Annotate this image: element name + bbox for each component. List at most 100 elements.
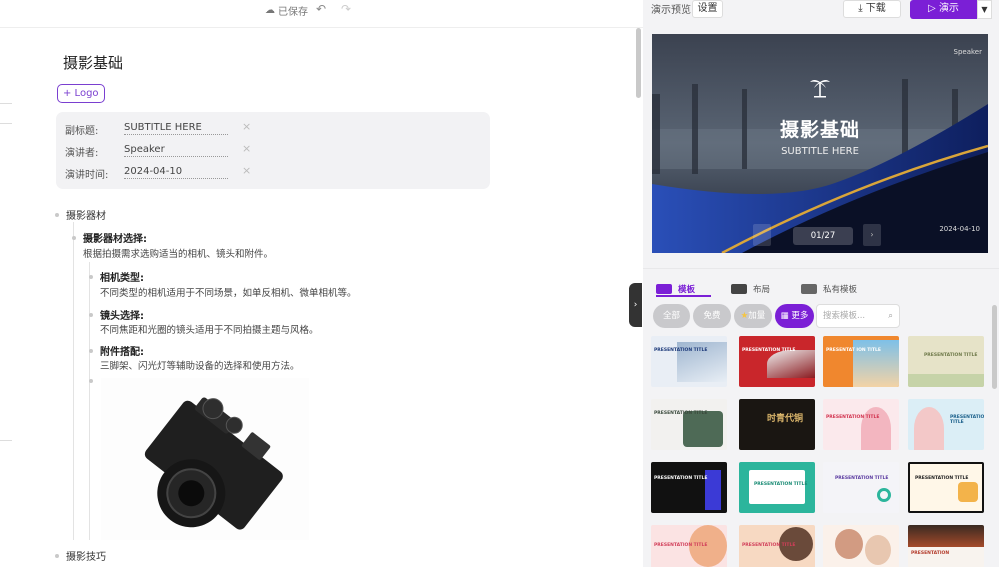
next-slide-button[interactable]: › bbox=[863, 224, 881, 246]
item-description[interactable]: 三脚架、闪光灯等辅助设备的选择和使用方法。 bbox=[100, 358, 300, 372]
bullet-dot bbox=[55, 212, 59, 217]
template-card[interactable]: PRESENTATION TITLE bbox=[823, 399, 899, 450]
item-description[interactable]: 根据拍摄需求选购适当的相机、镜头和附件。 bbox=[83, 246, 273, 260]
template-card-title: PRESENTATION TITLE bbox=[915, 476, 969, 481]
search-placeholder: 搜索模板... bbox=[823, 311, 866, 321]
redo-icon[interactable]: ↷ bbox=[341, 2, 351, 16]
filter-plus-label: 加量 bbox=[748, 311, 766, 321]
section-heading: 摄影技巧 bbox=[66, 552, 106, 563]
template-card-title: PRESENTATION TITLE bbox=[742, 348, 796, 353]
template-card-title: PRESENTATION TITLE bbox=[654, 476, 708, 481]
download-icon: ⤓ bbox=[858, 3, 863, 14]
template-card[interactable]: PRESENTAT ION TITLE bbox=[823, 336, 899, 387]
present-label: 演示 bbox=[938, 3, 959, 14]
template-card[interactable]: PRESENTATION TITLE bbox=[651, 336, 727, 387]
template-card[interactable]: PRESENTATION TITLE bbox=[651, 525, 727, 567]
filter-free[interactable]: 免费 bbox=[693, 304, 731, 328]
tab-private-templates[interactable]: 私有模板 bbox=[801, 283, 857, 295]
download-button[interactable]: ⤓ 下载 bbox=[843, 0, 901, 18]
filter-more[interactable]: ▦ 更多 bbox=[775, 304, 814, 328]
private-template-icon bbox=[801, 284, 817, 294]
indent-guide bbox=[89, 262, 90, 540]
grid-icon: ▦ bbox=[780, 311, 789, 321]
template-scrollbar[interactable] bbox=[992, 305, 997, 389]
editor-scrollbar[interactable] bbox=[636, 28, 641, 98]
template-card[interactable]: PRESENTATION TITLE bbox=[908, 336, 984, 387]
template-card[interactable]: PRESENTATION TITLE bbox=[908, 462, 984, 513]
bullet-dot bbox=[89, 348, 93, 353]
settings-button[interactable]: 设置 bbox=[692, 0, 723, 18]
search-icon: ⌕ bbox=[888, 311, 893, 321]
list-item[interactable]: 镜头选择: bbox=[89, 307, 144, 322]
download-label: 下载 bbox=[865, 3, 886, 14]
edge-divider bbox=[0, 123, 12, 124]
template-card-title: PRESENTATION TITLE bbox=[654, 348, 708, 353]
list-item[interactable] bbox=[89, 379, 93, 383]
cloud-icon: ☁ bbox=[265, 5, 275, 16]
close-icon[interactable]: × bbox=[242, 120, 251, 133]
template-card[interactable]: PRESENTATION TITLE bbox=[739, 525, 815, 567]
play-icon: ▷ bbox=[928, 3, 936, 14]
close-icon[interactable]: × bbox=[242, 142, 251, 155]
filter-more-label: 更多 bbox=[791, 311, 809, 321]
date-field[interactable]: 2024-04-10 bbox=[124, 166, 228, 179]
template-card[interactable]: PRESENTATION TITLE bbox=[739, 336, 815, 387]
subtitle-row: 副标题: SUBTITLE HERE × bbox=[65, 120, 485, 137]
bullet-dot bbox=[55, 553, 59, 558]
template-card[interactable]: PRESENTATION TITLE bbox=[651, 399, 727, 450]
active-tab-indicator bbox=[656, 295, 711, 297]
slide-title: 摄影基础 bbox=[779, 119, 860, 141]
chevron-right-icon: › bbox=[633, 300, 638, 310]
speaker-row: 演讲者: Speaker × bbox=[65, 142, 485, 159]
tab-layout[interactable]: 布局 bbox=[731, 283, 770, 295]
bullet-dot bbox=[89, 312, 93, 317]
add-logo-button[interactable]: + Logo bbox=[57, 84, 105, 103]
undo-icon[interactable]: ↶ bbox=[316, 2, 326, 16]
list-item[interactable]: 摄影器材 bbox=[55, 207, 106, 222]
subtitle-field[interactable]: SUBTITLE HERE bbox=[124, 122, 228, 135]
template-card[interactable]: PRESENTATION TITLE bbox=[739, 462, 815, 513]
template-card-title: PRESENTATION TITLE bbox=[754, 482, 808, 487]
item-description[interactable]: 不同类型的相机适用于不同场景，如单反相机、微单相机等。 bbox=[100, 285, 357, 299]
chevron-down-icon[interactable]: ▼ bbox=[977, 0, 992, 19]
template-search-input[interactable]: 搜索模板... ⌕ bbox=[816, 304, 900, 328]
date-row: 演讲时间: 2024-04-10 × bbox=[65, 164, 485, 181]
template-card[interactable]: PRESENTATION TITLE bbox=[823, 462, 899, 513]
bullet-dot bbox=[89, 274, 93, 279]
page-title[interactable]: 摄影基础 bbox=[63, 52, 123, 73]
item-title: 相机类型: bbox=[100, 273, 144, 284]
editor-toolbar: ☁ 已保存 ↶ ↷ bbox=[0, 0, 643, 28]
template-card[interactable]: PRESENTATION TITLE bbox=[651, 462, 727, 513]
template-icon bbox=[656, 284, 672, 294]
list-item[interactable]: 摄影器材选择: bbox=[72, 230, 147, 245]
speaker-field[interactable]: Speaker bbox=[124, 144, 228, 157]
tab-templates[interactable]: 模板 bbox=[656, 283, 695, 295]
template-card-title: PRESENTATION TITLE bbox=[826, 415, 880, 420]
tab-label: 布局 bbox=[753, 285, 771, 295]
section-heading: 摄影器材 bbox=[66, 211, 106, 222]
template-card[interactable] bbox=[823, 525, 899, 567]
filter-all[interactable]: 全部 bbox=[653, 304, 690, 328]
preview-label: 演示预览 bbox=[651, 5, 691, 16]
item-description[interactable]: 不同焦距和光圈的镜头适用于不同拍摄主题与风格。 bbox=[100, 322, 319, 336]
template-card[interactable]: PRESENTATION bbox=[908, 525, 984, 567]
close-icon[interactable]: × bbox=[242, 164, 251, 177]
filter-plus[interactable]: ★加量 bbox=[734, 304, 772, 328]
template-card[interactable]: PRESENTATION TITLE bbox=[908, 399, 984, 450]
date-label: 演讲时间: bbox=[65, 170, 109, 181]
list-item[interactable]: 附件搭配: bbox=[89, 343, 144, 358]
camera-image[interactable] bbox=[101, 378, 309, 540]
outline-editor: ☁ 已保存 ↶ ↷ 摄影基础 + Logo 副标题: SUBTITLE HERE… bbox=[0, 0, 643, 567]
list-item[interactable]: 摄影技巧 bbox=[55, 548, 106, 563]
slide-preview[interactable]: Speaker 摄影基础 SUBTITLE HERE 2024-04-10 01… bbox=[652, 34, 988, 253]
template-card[interactable]: 时青代铜 bbox=[739, 399, 815, 450]
present-button[interactable]: ▷ 演示 bbox=[910, 0, 977, 19]
template-card-title: PRESENTATION TITLE bbox=[835, 476, 889, 481]
prev-slide-button[interactable] bbox=[753, 224, 771, 246]
collapse-panel-handle[interactable]: › bbox=[629, 283, 642, 327]
saved-status: ☁ 已保存 bbox=[265, 3, 308, 18]
speaker-label: 演讲者: bbox=[65, 148, 99, 159]
item-title: 附件搭配: bbox=[100, 347, 144, 358]
list-item[interactable]: 相机类型: bbox=[89, 269, 144, 284]
template-card-title: PRESENTATION TITLE bbox=[924, 353, 978, 358]
